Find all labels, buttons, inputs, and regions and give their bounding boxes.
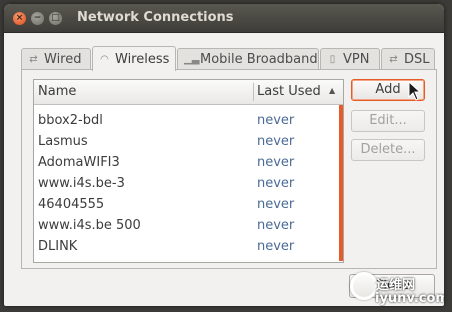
wired-network-icon: ⇄	[29, 54, 38, 65]
edit-button[interactable]: Edit...	[351, 110, 425, 132]
list-item[interactable]: www.i4s.be 500 never	[34, 216, 339, 237]
list-item[interactable]: www.i4s.be-3 never	[34, 174, 339, 195]
connection-last-used: never	[257, 134, 295, 149]
connection-name: Lasmus	[38, 134, 88, 149]
tab-wireless[interactable]: ◠ Wireless	[92, 46, 176, 71]
title-bar[interactable]: × − □ Network Connections	[4, 4, 444, 33]
connection-last-used: never	[257, 239, 295, 254]
connection-last-used: never	[257, 176, 295, 191]
tab-wired[interactable]: ⇄ Wired	[21, 48, 91, 70]
watermark-url: iyunv.com	[375, 291, 444, 306]
connection-last-used: never	[257, 113, 295, 128]
window-title: Network Connections	[77, 10, 234, 25]
column-header-name[interactable]: Name	[38, 84, 76, 99]
minimize-window-button[interactable]: −	[31, 12, 44, 25]
tab-vpn[interactable]: ▯ VPN	[320, 48, 380, 70]
tab-dsl[interactable]: ⇄ DSL	[381, 48, 435, 70]
connection-name: bbox2-bdl	[38, 113, 103, 128]
connection-last-used: never	[257, 155, 295, 170]
delete-button[interactable]: Delete...	[351, 139, 425, 161]
column-headers: Name Last Used ▲	[34, 80, 343, 105]
list-scrollbar[interactable]	[339, 105, 343, 261]
connection-rows: bbox2-bdl never Lasmus never AdomaWIFI3 …	[34, 105, 339, 258]
connection-last-used: never	[257, 218, 295, 233]
tab-label: VPN	[343, 52, 370, 67]
wireless-signal-icon: ◠	[100, 53, 109, 65]
list-item[interactable]: AdomaWIFI3 never	[34, 153, 339, 174]
wireless-tab-panel: Name Last Used ▲ bbox2-bdl never Lasmus …	[21, 69, 437, 269]
connection-list[interactable]: Name Last Used ▲ bbox2-bdl never Lasmus …	[33, 79, 344, 263]
column-header-last-used[interactable]: Last Used	[257, 84, 321, 99]
list-item[interactable]: Lasmus never	[34, 132, 339, 153]
scrollbar-thumb[interactable]	[339, 105, 343, 261]
tab-label: Mobile Broadband	[200, 52, 318, 67]
network-connections-window: × − □ Network Connections ⇄ Wired ◠ Wire…	[4, 4, 444, 306]
mouse-pointer-icon	[408, 81, 422, 101]
mobile-signal-icon: ▁▃	[184, 54, 200, 65]
dsl-icon: ⇄	[389, 54, 398, 65]
sort-ascending-icon: ▲	[329, 86, 336, 95]
list-item[interactable]: DLINK never	[34, 237, 339, 258]
list-item[interactable]: 46404555 never	[34, 195, 339, 216]
watermark-logo-icon	[350, 272, 378, 300]
connection-last-used: never	[257, 197, 295, 212]
close-window-button[interactable]: ×	[13, 12, 26, 25]
list-item[interactable]: bbox2-bdl never	[34, 111, 339, 132]
tab-label: Wireless	[115, 51, 170, 67]
connection-type-tabs: ⇄ Wired ◠ Wireless ▁▃ Mobile Broadband ▯…	[21, 46, 437, 71]
connection-name: DLINK	[38, 239, 78, 254]
connection-name: AdomaWIFI3	[38, 155, 120, 170]
maximize-window-button[interactable]: □	[49, 12, 62, 25]
tab-label: Wired	[44, 52, 82, 67]
connection-name: 46404555	[38, 197, 105, 212]
tab-label: DSL	[404, 52, 430, 67]
connection-name: www.i4s.be 500	[38, 218, 141, 233]
column-separator	[253, 83, 254, 101]
tab-mobile-broadband[interactable]: ▁▃ Mobile Broadband	[177, 48, 319, 70]
connection-name: www.i4s.be-3	[38, 176, 125, 191]
vpn-lock-icon: ▯	[329, 54, 336, 65]
